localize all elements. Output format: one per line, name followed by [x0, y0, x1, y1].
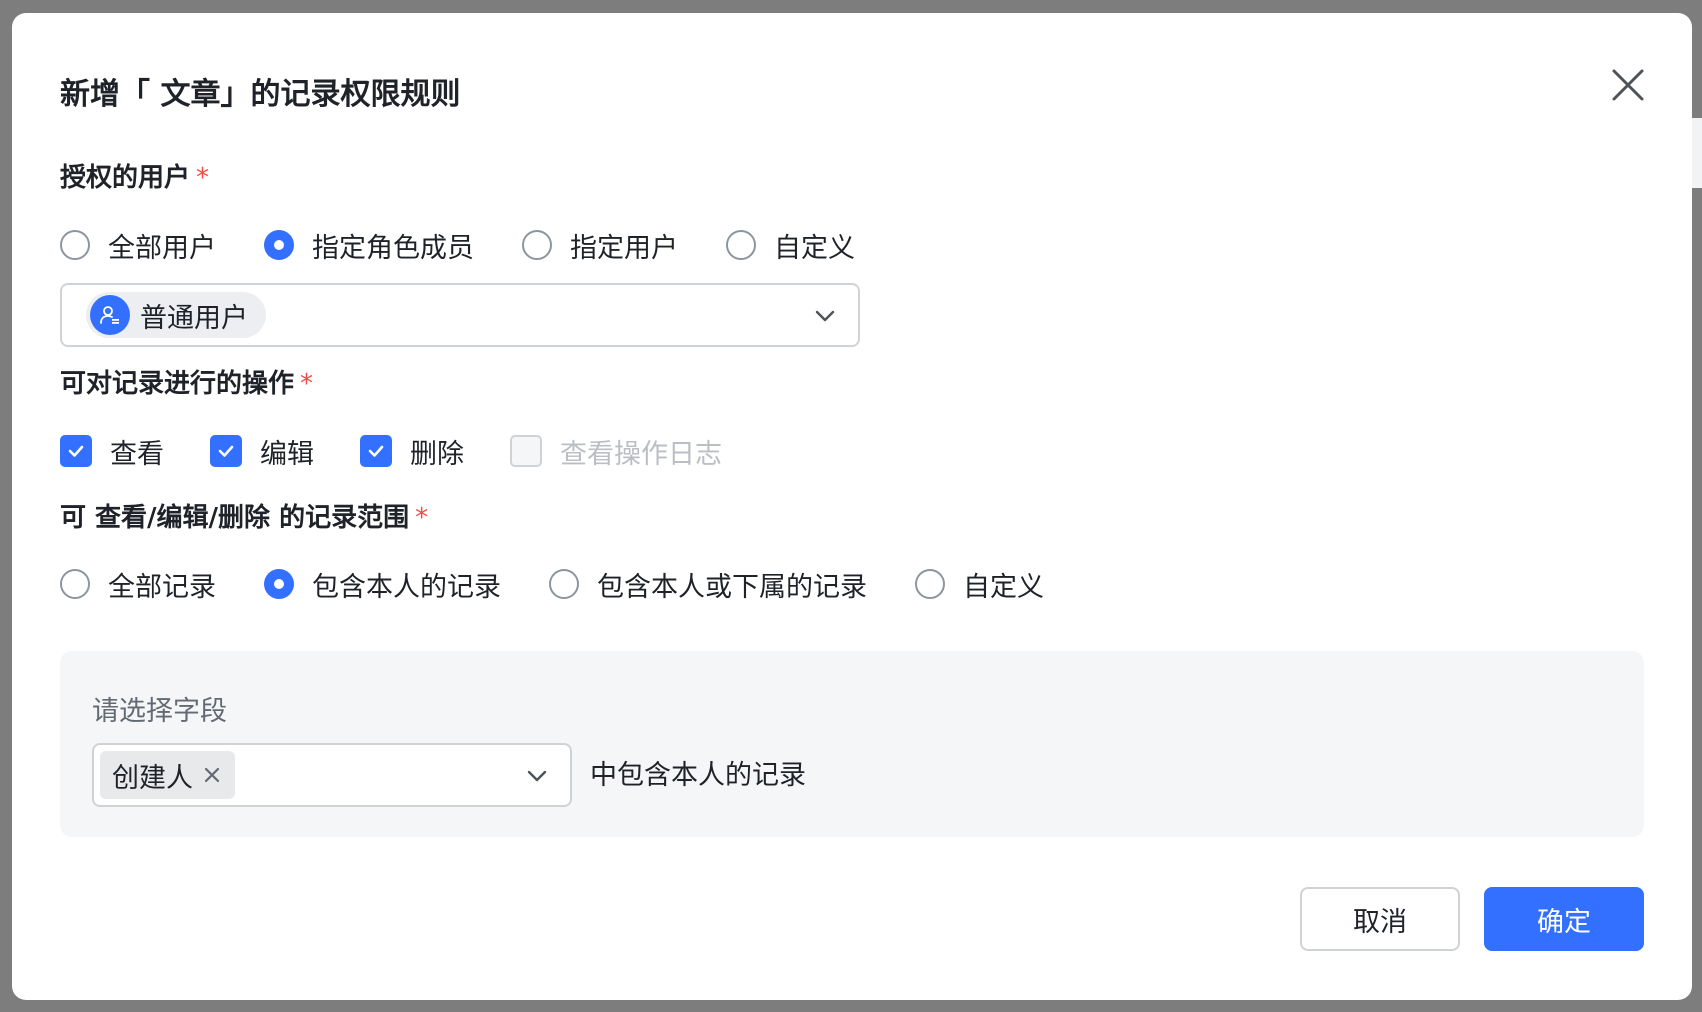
checkbox-label: 删除: [410, 438, 464, 470]
dialog-title: 新增「 文章」的记录权限规则: [60, 77, 461, 112]
chevron-down-icon: [815, 310, 835, 322]
checkbox-label: 编辑: [260, 438, 314, 470]
scope-label-text: 可 查看/编辑/删除 的记录范围: [60, 503, 410, 533]
close-button[interactable]: [1606, 63, 1650, 107]
chevron-down-icon: [527, 770, 547, 782]
authorized-users-radio-group: 全部用户 指定角色成员 指定用户 自定义: [60, 225, 855, 265]
radio-label: 指定用户: [570, 232, 678, 264]
radio-circle-checked: [264, 569, 294, 599]
field-select[interactable]: 创建人: [92, 743, 572, 807]
radio-own-or-subordinate-records[interactable]: 包含本人或下属的记录: [549, 565, 867, 604]
checkbox-label: 查看: [110, 438, 164, 470]
close-icon: [204, 767, 220, 783]
checkbox-checked: [360, 435, 392, 467]
radio-all-users[interactable]: 全部用户: [60, 226, 216, 265]
checkbox-label: 查看操作日志: [560, 438, 722, 470]
radio-label: 包含本人或下属的记录: [597, 571, 867, 603]
radio-circle: [60, 230, 90, 260]
field-select-label: 请选择字段: [92, 696, 227, 727]
checkmark-icon: [218, 445, 234, 457]
radio-own-records[interactable]: 包含本人的记录: [264, 565, 501, 604]
checkmark-icon: [68, 445, 84, 457]
checkbox-view[interactable]: 查看: [60, 432, 164, 471]
radio-label: 全部记录: [108, 571, 216, 603]
checkbox-edit[interactable]: 编辑: [210, 432, 314, 471]
radio-custom-users[interactable]: 自定义: [726, 226, 855, 265]
radio-circle: [726, 230, 756, 260]
confirm-button[interactable]: 确定: [1484, 887, 1644, 951]
checkbox-delete[interactable]: 删除: [360, 432, 464, 471]
checkbox-checked: [60, 435, 92, 467]
role-tag-label: 普通用户: [140, 302, 248, 334]
field-select-suffix: 中包含本人的记录: [590, 760, 806, 791]
radio-label: 指定角色成员: [312, 232, 474, 264]
authorized-users-label-text: 授权的用户: [60, 163, 191, 193]
role-select[interactable]: 普通用户: [60, 283, 860, 347]
radio-specific-users[interactable]: 指定用户: [522, 226, 678, 265]
field-tag-label: 创建人: [112, 762, 193, 794]
checkmark-icon: [368, 445, 384, 457]
scope-field-panel: 请选择字段 创建人 中包含本人的记录: [60, 651, 1644, 837]
tag-remove-button[interactable]: [203, 766, 221, 784]
radio-circle: [915, 569, 945, 599]
operations-label-text: 可对记录进行的操作: [60, 369, 295, 399]
cancel-button[interactable]: 取消: [1300, 887, 1460, 951]
radio-circle: [549, 569, 579, 599]
radio-custom-scope[interactable]: 自定义: [915, 565, 1044, 604]
checkbox-checked: [210, 435, 242, 467]
radio-circle: [522, 230, 552, 260]
checkbox-view-logs[interactable]: 查看操作日志: [510, 432, 722, 471]
operations-label: 可对记录进行的操作 *: [60, 363, 313, 400]
role-tag: 普通用户: [86, 292, 266, 338]
radio-label: 自定义: [774, 232, 855, 264]
radio-role-members[interactable]: 指定角色成员: [264, 226, 474, 265]
field-tag: 创建人: [100, 751, 235, 799]
operations-checkbox-group: 查看 编辑 删除 查看操作日志: [60, 431, 722, 471]
required-mark: *: [300, 369, 314, 399]
scope-radio-group: 全部记录 包含本人的记录 包含本人或下属的记录 自定义: [60, 564, 1044, 604]
close-icon: [1612, 69, 1644, 101]
scope-label: 可 查看/编辑/删除 的记录范围 *: [60, 497, 428, 534]
radio-label: 包含本人的记录: [312, 571, 501, 603]
radio-circle-checked: [264, 230, 294, 260]
radio-circle: [60, 569, 90, 599]
permission-rule-dialog: 新增「 文章」的记录权限规则 授权的用户 * 全部用户 指定角色成员 指定用户 自…: [12, 13, 1692, 1000]
required-mark: *: [415, 503, 429, 533]
role-icon: [90, 295, 130, 335]
radio-label: 自定义: [963, 571, 1044, 603]
checkbox-disabled: [510, 435, 542, 467]
authorized-users-label: 授权的用户 *: [60, 157, 209, 194]
radio-label: 全部用户: [108, 232, 216, 264]
required-mark: *: [196, 163, 210, 193]
radio-all-records[interactable]: 全部记录: [60, 565, 216, 604]
